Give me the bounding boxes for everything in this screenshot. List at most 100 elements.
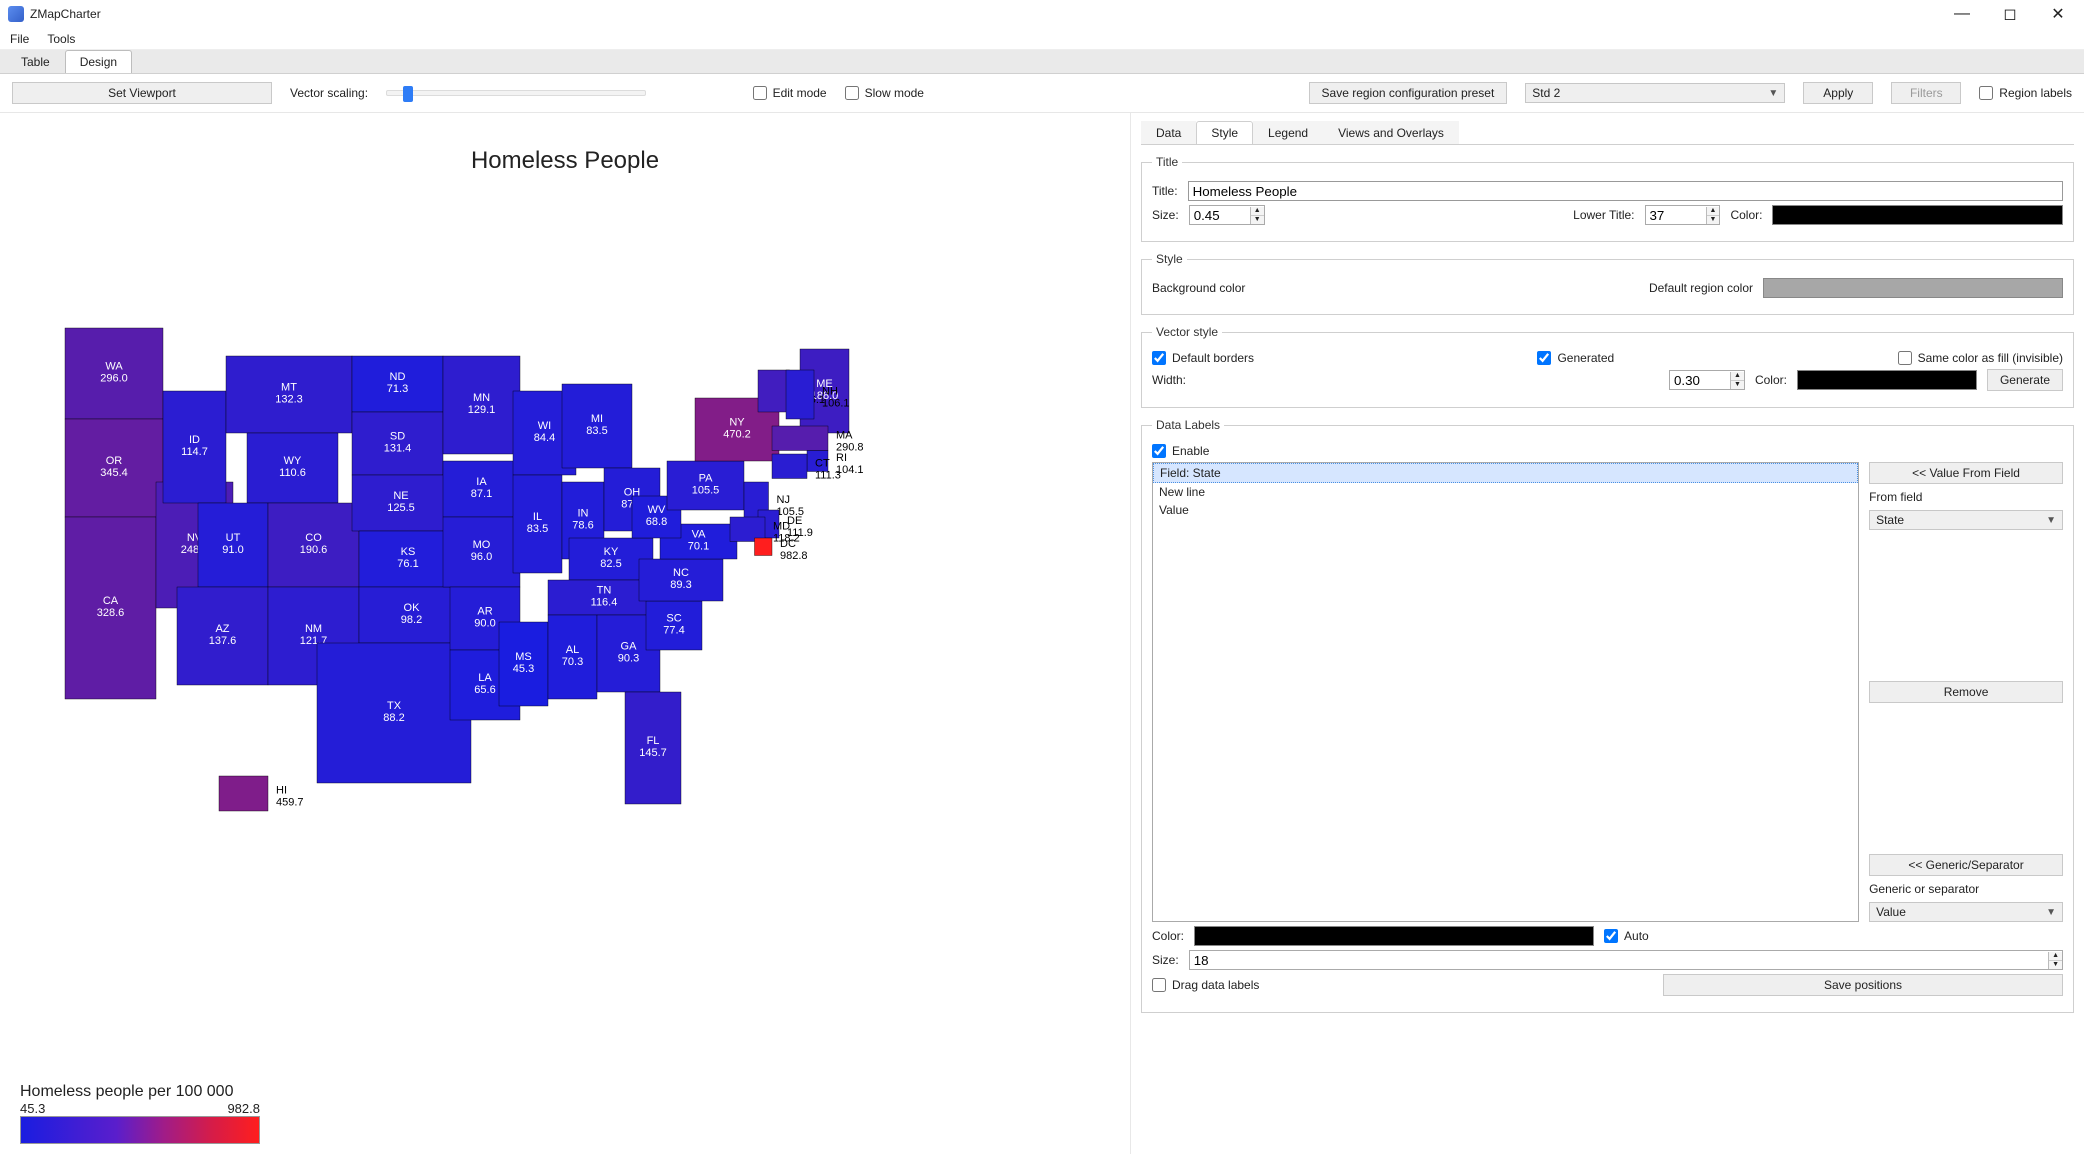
tab-table[interactable]: Table <box>6 50 65 73</box>
menu-tools[interactable]: Tools <box>47 32 75 46</box>
side-tab-views[interactable]: Views and Overlays <box>1323 121 1459 144</box>
map-pane: Homeless People WA296.0OR345.4CA328.6NV2… <box>0 113 1130 1154</box>
map-legend: Homeless people per 100 000 45.3 982.8 <box>20 1083 1110 1144</box>
chevron-down-icon: ▼ <box>2046 515 2056 526</box>
menubar: File Tools <box>0 28 2084 50</box>
enable-datalabels-checkbox[interactable] <box>1152 444 1166 458</box>
title-size-label: Size: <box>1152 208 1179 222</box>
preset-combo[interactable]: Std 2 ▼ <box>1525 83 1785 103</box>
menu-file[interactable]: File <box>10 32 29 46</box>
spin-icons[interactable]: ▲▼ <box>1730 372 1744 389</box>
datalabel-color-swatch[interactable] <box>1194 926 1594 946</box>
generated-checkbox[interactable] <box>1537 351 1551 365</box>
same-as-fill-label: Same color as fill (invisible) <box>1918 351 2063 365</box>
value-from-field-button[interactable]: << Value From Field <box>1869 462 2063 484</box>
side-tab-style[interactable]: Style <box>1196 121 1253 144</box>
filters-button[interactable]: Filters <box>1891 82 1961 104</box>
minimize-icon[interactable]: — <box>1948 5 1976 23</box>
generic-sep-label: Generic or separator <box>1869 882 2063 896</box>
title-legend: Title <box>1152 155 1182 169</box>
generic-sep-value: Value <box>1876 905 1906 919</box>
default-region-label: Default region color <box>1649 281 1753 295</box>
list-item[interactable]: New line <box>1153 483 1858 501</box>
vector-color-swatch[interactable] <box>1797 370 1977 390</box>
default-borders-checkbox[interactable] <box>1152 351 1166 365</box>
state-label-MA: MA290.8 <box>836 429 864 453</box>
vector-legend: Vector style <box>1152 325 1222 339</box>
generate-button[interactable]: Generate <box>1987 369 2063 391</box>
title-size-input[interactable] <box>1190 206 1250 224</box>
state-NH[interactable] <box>786 370 814 419</box>
set-viewport-button[interactable]: Set Viewport <box>12 82 272 104</box>
same-as-fill-checkbox[interactable] <box>1898 351 1912 365</box>
slow-mode-checkbox[interactable] <box>845 86 859 100</box>
state-label-ND: ND71.3 <box>387 371 408 395</box>
drag-labels-label: Drag data labels <box>1172 978 1259 992</box>
lower-title-label: Lower Title: <box>1573 208 1634 222</box>
state-HI[interactable] <box>219 776 268 811</box>
slow-mode-label: Slow mode <box>865 86 924 100</box>
datalabel-size-label: Size: <box>1152 953 1179 967</box>
spin-icons[interactable]: ▲▼ <box>1250 207 1264 224</box>
state-label-OK: OK98.2 <box>401 602 422 626</box>
vector-width-input[interactable] <box>1670 371 1730 389</box>
bg-color-label: Background color <box>1152 281 1245 295</box>
remove-button[interactable]: Remove <box>1869 681 2063 703</box>
apply-button[interactable]: Apply <box>1803 82 1873 104</box>
spin-icons[interactable]: ▲▼ <box>1706 207 1720 224</box>
state-CT[interactable] <box>772 454 807 479</box>
design-toolbar: Set Viewport Vector scaling: Edit mode S… <box>0 74 2084 113</box>
close-icon[interactable]: ✕ <box>2044 4 2072 24</box>
vector-scaling-slider[interactable] <box>386 90 646 96</box>
datalabel-size-spinner[interactable]: ▲▼ <box>1189 950 2063 970</box>
state-label-GA: GA90.3 <box>618 641 639 665</box>
tab-design[interactable]: Design <box>65 50 132 73</box>
list-item[interactable]: Value <box>1153 501 1858 519</box>
datalabel-size-input[interactable] <box>1190 951 2048 969</box>
list-item[interactable]: Field: State <box>1153 463 1858 483</box>
lower-title-spinner[interactable]: ▲▼ <box>1645 205 1721 225</box>
edit-mode-label: Edit mode <box>773 86 827 100</box>
from-field-combo[interactable]: State ▼ <box>1869 510 2063 530</box>
side-tab-legend[interactable]: Legend <box>1253 121 1323 144</box>
default-borders-label: Default borders <box>1172 351 1254 365</box>
state-VT[interactable] <box>758 370 790 412</box>
spin-icons[interactable]: ▲▼ <box>2048 952 2062 969</box>
region-labels-checkbox[interactable] <box>1979 86 1993 100</box>
preset-value: Std 2 <box>1532 86 1560 100</box>
state-MA[interactable] <box>772 426 828 451</box>
legend-min: 45.3 <box>20 1101 45 1116</box>
datalabel-color-label: Color: <box>1152 929 1184 943</box>
lower-title-input[interactable] <box>1646 206 1706 224</box>
from-field-label: From field <box>1869 490 2063 504</box>
side-tab-data[interactable]: Data <box>1141 121 1196 144</box>
title-color-swatch[interactable] <box>1772 205 2063 225</box>
slider-thumb[interactable] <box>403 86 413 102</box>
state-label-NC: NC89.3 <box>670 567 691 591</box>
state-label-MS: MS45.3 <box>513 651 534 675</box>
maximize-icon[interactable]: ◻ <box>1996 4 2024 24</box>
datalabels-legend: Data Labels <box>1152 418 1224 432</box>
vector-width-spinner[interactable]: ▲▼ <box>1669 370 1745 390</box>
map-canvas[interactable]: WA296.0OR345.4CA328.6NV248.6ID114.7MT132… <box>20 183 1110 1073</box>
auto-color-label: Auto <box>1624 929 1649 943</box>
state-label-DC: DC982.8 <box>780 538 808 562</box>
auto-color-checkbox[interactable] <box>1604 929 1618 943</box>
default-region-swatch[interactable] <box>1763 278 2063 298</box>
state-DC[interactable] <box>755 538 773 556</box>
chevron-down-icon: ▼ <box>1768 88 1778 99</box>
datalabel-items-listbox[interactable]: Field: State New line Value <box>1152 462 1859 922</box>
drag-labels-checkbox[interactable] <box>1152 978 1166 992</box>
app-logo-icon <box>8 6 24 22</box>
state-label-MO: MO96.0 <box>471 539 492 563</box>
edit-mode-checkbox[interactable] <box>753 86 767 100</box>
title-fieldset: Title Title: Size: ▲▼ Lower Title: ▲▼ <box>1141 155 2074 242</box>
save-preset-button[interactable]: Save region configuration preset <box>1309 82 1508 104</box>
chevron-down-icon: ▼ <box>2046 907 2056 918</box>
color-ramp <box>20 1116 260 1144</box>
title-input[interactable] <box>1188 181 2063 201</box>
title-size-spinner[interactable]: ▲▼ <box>1189 205 1265 225</box>
generic-sep-button[interactable]: << Generic/Separator <box>1869 854 2063 876</box>
save-positions-button[interactable]: Save positions <box>1663 974 2063 996</box>
generic-sep-combo[interactable]: Value ▼ <box>1869 902 2063 922</box>
